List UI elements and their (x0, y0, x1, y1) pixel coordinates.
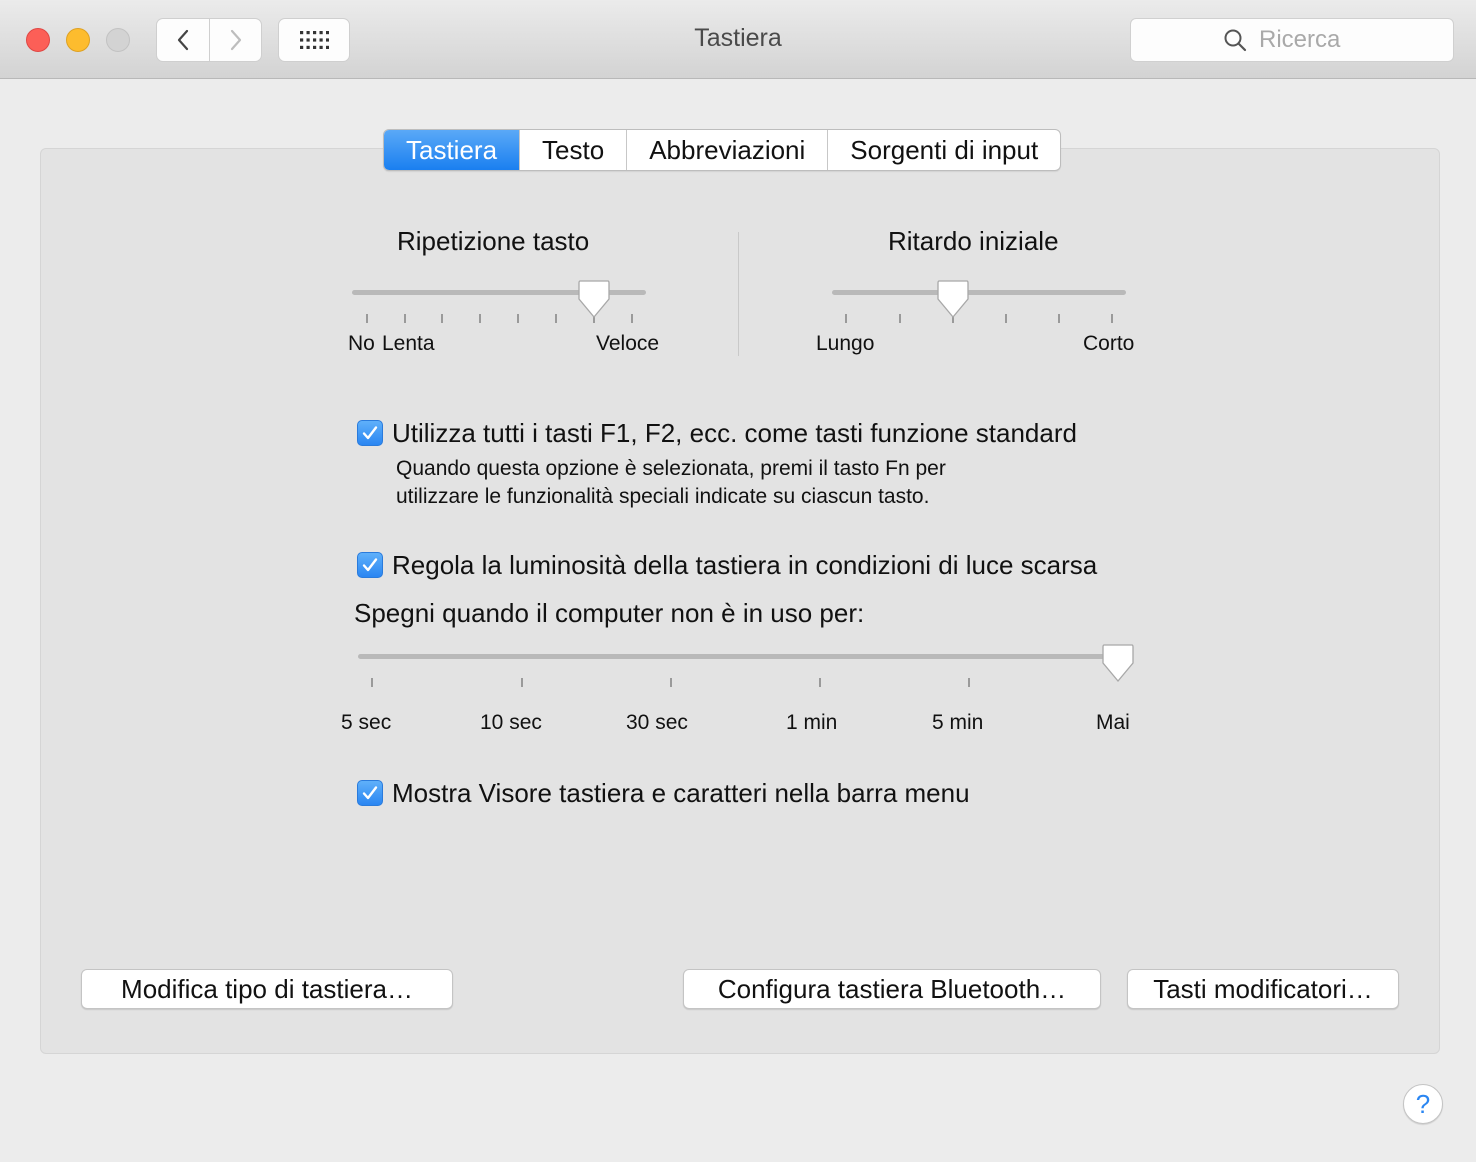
off-timer-slider-track[interactable] (358, 654, 1132, 659)
slider-tick (441, 314, 443, 323)
checkmark-icon (362, 426, 378, 440)
slider-tick (555, 314, 557, 323)
slider-tick (1111, 314, 1113, 323)
slider-tick (968, 678, 970, 687)
initial-delay-label-long: Lungo (816, 332, 875, 355)
title-bar: Tastiera (0, 0, 1476, 79)
off-timer-tick-label: Mai (1096, 711, 1130, 734)
tab-sorgenti-di-input[interactable]: Sorgenti di input (828, 130, 1060, 170)
key-repeat-label-slow: Lenta (382, 332, 435, 355)
brightness-label[interactable]: Regola la luminosità della tastiera in c… (392, 550, 1097, 581)
brightness-checkbox[interactable] (357, 552, 383, 578)
keyboard-viewer-checkbox[interactable] (357, 780, 383, 806)
slider-tick (1005, 314, 1007, 323)
divider (738, 232, 739, 356)
keyboard-viewer-label[interactable]: Mostra Visore tastiera e caratteri nella… (392, 778, 970, 809)
slider-tick (521, 678, 523, 687)
key-repeat-slider-thumb[interactable] (577, 279, 611, 319)
slider-tick (371, 678, 373, 687)
setup-bluetooth-keyboard-button[interactable]: Configura tastiera Bluetooth… (683, 969, 1101, 1009)
initial-delay-label-short: Corto (1083, 332, 1135, 355)
key-repeat-title: Ripetizione tasto (397, 226, 590, 256)
slider-tick (819, 678, 821, 687)
key-repeat-label-off: No (348, 332, 375, 355)
function-keys-label[interactable]: Utilizza tutti i tasti F1, F2, ecc. come… (392, 418, 1077, 449)
tab-testo[interactable]: Testo (520, 130, 628, 170)
off-timer-tick-label: 1 min (786, 711, 838, 734)
slider-tick (899, 314, 901, 323)
search-field[interactable] (1130, 18, 1454, 62)
change-keyboard-type-button[interactable]: Modifica tipo di tastiera… (81, 969, 453, 1009)
off-timer-tick-label: 5 min (932, 711, 984, 734)
modifier-keys-button[interactable]: Tasti modificatori… (1127, 969, 1399, 1009)
off-timer-tick-label: 30 sec (626, 711, 688, 734)
slider-tick (366, 314, 368, 323)
initial-delay-title: Ritardo iniziale (888, 226, 1059, 256)
tab-abbreviazioni[interactable]: Abbreviazioni (627, 130, 829, 170)
slider-tick (479, 314, 481, 323)
tab-tastiera[interactable]: Tastiera (384, 130, 521, 170)
initial-delay-slider-track[interactable] (832, 290, 1126, 295)
tab-bar: Tastiera Testo Abbreviazioni Sorgenti di… (383, 129, 1062, 171)
slider-tick (1058, 314, 1060, 323)
initial-delay-slider-thumb[interactable] (936, 279, 970, 319)
slider-tick (845, 314, 847, 323)
slider-tick (517, 314, 519, 323)
checkmark-icon (362, 786, 378, 800)
off-timer-label: Spegni quando il computer non è in uso p… (354, 598, 865, 628)
search-input[interactable] (1257, 25, 1361, 55)
slider-tick (404, 314, 406, 323)
off-timer-slider-thumb[interactable] (1101, 643, 1135, 683)
help-button[interactable]: ? (1403, 1084, 1443, 1124)
function-keys-checkbox[interactable] (357, 420, 383, 446)
checkmark-icon (362, 558, 378, 572)
slider-tick (670, 678, 672, 687)
search-icon (1224, 29, 1247, 52)
key-repeat-label-fast: Veloce (596, 332, 660, 355)
slider-tick (631, 314, 633, 323)
function-keys-description-line1: Quando questa opzione è selezionata, pre… (396, 457, 946, 480)
off-timer-tick-label: 10 sec (480, 711, 542, 734)
off-timer-tick-label: 5 sec (341, 711, 392, 734)
function-keys-description-line2: utilizzare le funzionalità speciali indi… (396, 485, 930, 508)
